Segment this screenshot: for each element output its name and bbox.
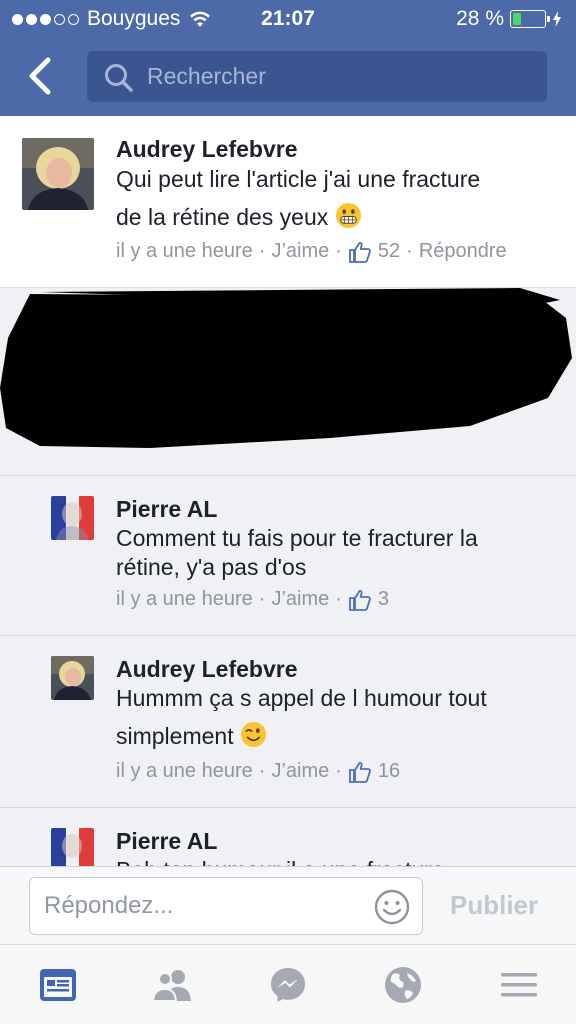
comment-text: Bah ton humour il a une fracture — [116, 851, 445, 866]
comment-text-line-2: simplement — [116, 717, 487, 755]
comment-text-line: Qui peut lire l'article j'ai une fractur… — [116, 166, 481, 192]
tab-notifications[interactable] — [381, 963, 425, 1007]
tab-news-feed[interactable] — [36, 963, 80, 1007]
search-icon — [105, 64, 133, 92]
battery-percent: 28 % — [456, 7, 504, 30]
comment-text-line: Bah ton humour il a une fracture — [116, 851, 445, 866]
charging-icon — [553, 11, 561, 27]
comment-text-line: simplement — [116, 723, 234, 749]
reply-link[interactable]: Répondre — [419, 240, 507, 263]
friends-icon — [151, 970, 191, 1002]
globe-icon — [385, 967, 421, 1003]
avatar[interactable] — [51, 656, 94, 700]
status-bar: Bouygues 21:07 28 % — [0, 0, 576, 38]
comment-text-line: de la rétine des yeux — [116, 204, 329, 230]
comment-text: Hummm ça s appel de l humour tout simple… — [116, 679, 487, 755]
reply-compose-bar: Répondez... Publier — [0, 866, 576, 944]
like-link[interactable]: J’aime — [271, 588, 329, 611]
news-feed-icon — [40, 969, 76, 1001]
battery-icon — [510, 10, 550, 28]
like-link[interactable]: J’aime — [271, 760, 329, 783]
grimacing-emoji-icon — [335, 202, 361, 229]
redaction-marker — [0, 288, 572, 448]
comment-text-line: Hummm ça s appel de l humour tout — [116, 685, 487, 711]
reply-input[interactable]: Répondez... — [29, 877, 423, 935]
comment-text: Qui peut lire l'article j'ai une fractur… — [116, 160, 480, 236]
comment-time: il y a une heure — [116, 760, 253, 782]
avatar[interactable] — [22, 138, 94, 210]
comment-text: Comment tu fais pour te fracturer la rét… — [116, 519, 478, 586]
comment-time: il y a une heure — [116, 240, 253, 262]
messenger-icon — [271, 968, 305, 1002]
comment-text-line-2: de la rétine des yeux — [116, 198, 480, 236]
bottom-tab-bar — [0, 944, 576, 1024]
like-count: 16 — [377, 760, 401, 782]
back-chevron-icon[interactable] — [22, 56, 58, 96]
reply-comment: Pierre AL Comment tu fais pour te fractu… — [0, 476, 576, 636]
search-bar[interactable]: Rechercher — [87, 51, 547, 102]
comment-time: il y a une heure — [116, 588, 253, 610]
menu-icon — [501, 973, 537, 997]
comment: Audrey Lefebvre Qui peut lire l'article … — [0, 116, 576, 288]
reply-comment: Pierre AL Bah ton humour il a une fractu… — [0, 808, 576, 866]
comment-meta: il y a une heure · J’aime · 52 · Répondr… — [116, 240, 507, 263]
avatar[interactable] — [51, 828, 94, 866]
like-link[interactable]: J’aime — [271, 240, 329, 263]
tab-messenger[interactable] — [266, 963, 310, 1007]
reply-comment: Audrey Lefebvre Hummm ça s appel de l hu… — [0, 636, 576, 808]
thumbs-up-icon — [349, 241, 371, 263]
redacted-comment — [0, 288, 576, 476]
winking-emoji-icon — [240, 721, 267, 748]
thumbs-up-icon — [349, 761, 371, 783]
reply-placeholder: Répondez... — [44, 892, 174, 919]
thumbs-up-icon — [349, 589, 371, 611]
tab-menu[interactable] — [497, 963, 541, 1007]
like-count: 3 — [377, 588, 390, 610]
commenter-name[interactable]: Audrey Lefebvre — [116, 136, 298, 163]
comment-meta: il y a une heure · J’aime · 16 — [116, 760, 401, 783]
avatar[interactable] — [51, 496, 94, 540]
search-placeholder: Rechercher — [147, 63, 266, 89]
like-count: 52 — [377, 240, 401, 262]
publish-button[interactable]: Publier — [450, 890, 538, 921]
comment-meta: il y a une heure · J’aime · 3 — [116, 588, 390, 611]
top-bar: Bouygues 21:07 28 % Rechercher — [0, 0, 576, 116]
emoji-picker-icon[interactable] — [374, 889, 410, 925]
tab-friends[interactable] — [150, 963, 194, 1007]
